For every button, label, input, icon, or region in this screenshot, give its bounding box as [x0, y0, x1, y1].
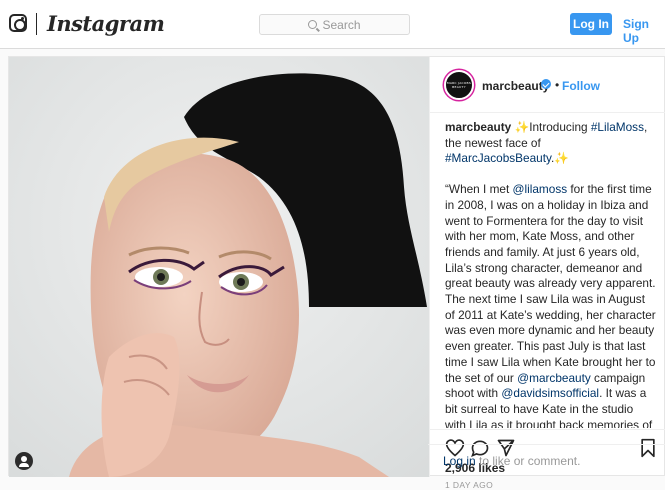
hashtag-link[interactable]: #LilaMoss	[591, 120, 644, 134]
post-header: MARC JACOBS BEAUTY marcbeauty • Follow	[430, 57, 665, 113]
post-sidebar: MARC JACOBS BEAUTY marcbeauty • Follow m…	[429, 57, 665, 490]
avatar[interactable]: MARC JACOBS BEAUTY	[444, 70, 474, 100]
caption-intro: marcbeauty ✨Introducing #LilaMoss, the n…	[445, 120, 657, 167]
login-prompt: Log in to like or comment.	[428, 444, 665, 476]
post-timestamp[interactable]: 1 DAY AGO	[445, 480, 493, 490]
portrait-illustration	[9, 57, 429, 477]
caption-text: .✨	[551, 151, 569, 166]
comment-bar: Log in to like or comment.	[8, 444, 665, 476]
login-prompt-text: to like or comment.	[475, 454, 581, 468]
hashtag-link[interactable]: #MarcJacobsBeauty	[445, 151, 551, 165]
post-card: MARC JACOBS BEAUTY marcbeauty • Follow m…	[8, 56, 665, 490]
top-navigation-bar: Instagram Search Log In Sign Up	[0, 0, 665, 49]
logo-divider	[36, 13, 37, 35]
separator-dot: •	[555, 78, 560, 92]
caption-text: for the first time in 2008, I was on a h…	[445, 182, 656, 385]
avatar-text: MARC JACOBS BEAUTY	[446, 81, 472, 89]
post-caption: marcbeauty ✨Introducing #LilaMoss, the n…	[445, 120, 657, 428]
post-username[interactable]: marcbeauty	[482, 79, 549, 93]
post-photo[interactable]	[9, 57, 429, 477]
instagram-wordmark[interactable]: Instagram	[47, 11, 165, 36]
mention-link[interactable]: @davidsimsofficial	[501, 386, 599, 400]
caption-text: “When I met	[445, 182, 513, 197]
verified-icon	[541, 79, 551, 89]
caption-username[interactable]: marcbeauty	[445, 120, 511, 134]
mention-link[interactable]: @lilamoss	[513, 182, 568, 196]
mention-link[interactable]: @marcbeauty	[517, 371, 591, 385]
caption-body: “When I met @lilamoss for the first time…	[445, 182, 657, 428]
login-button[interactable]: Log In	[570, 13, 612, 35]
login-link[interactable]: Log in	[443, 454, 476, 468]
search-icon	[308, 20, 318, 29]
search-placeholder: Search	[322, 17, 361, 32]
search-input[interactable]: Search	[259, 14, 410, 35]
instagram-glyph-icon[interactable]	[9, 14, 27, 32]
caption-text: ✨Introducing	[511, 120, 591, 134]
signup-link[interactable]: Sign Up	[623, 17, 665, 45]
follow-button[interactable]: Follow	[562, 79, 600, 93]
